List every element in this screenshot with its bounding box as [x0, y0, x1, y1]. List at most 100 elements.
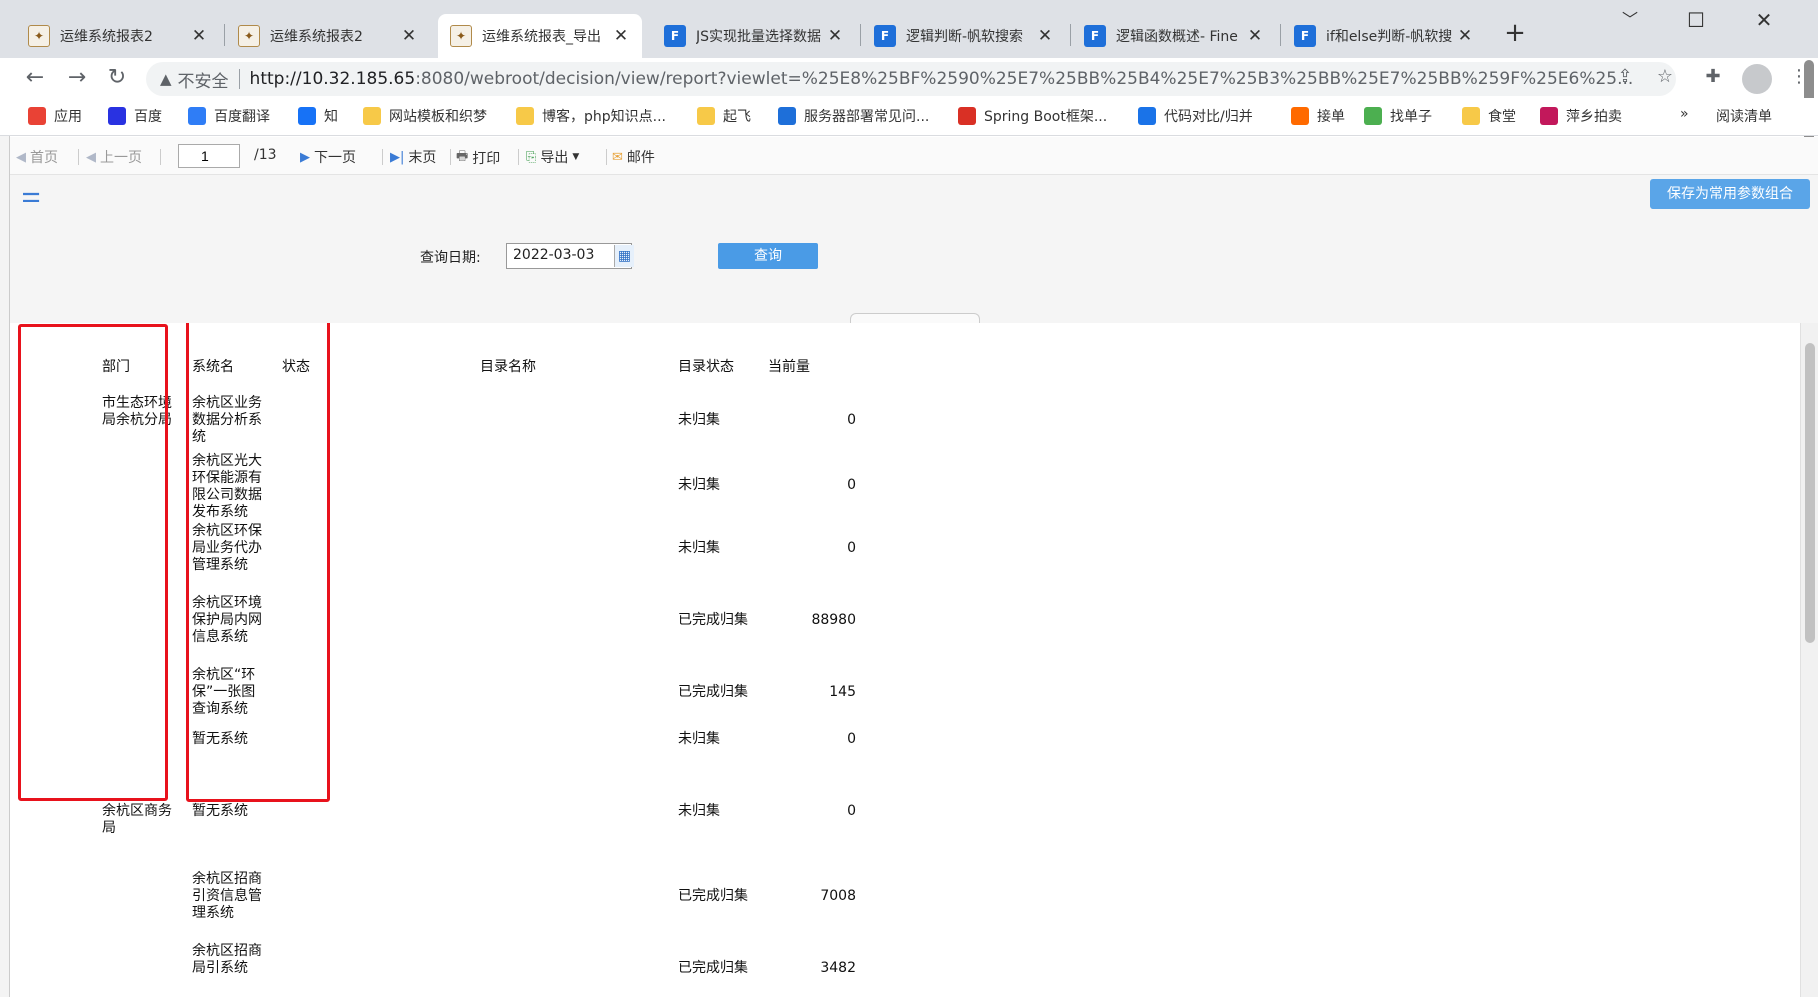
bookmark-item[interactable]: 找单子 — [1364, 106, 1432, 126]
bookmark-label: 博客，php知识点... — [542, 109, 666, 125]
tab-title: 运维系统报表_导出 — [482, 29, 601, 45]
prev-page-icon: ◀ — [86, 149, 96, 165]
print-button[interactable]: 🖶 打印 — [456, 147, 500, 169]
bookmark-item[interactable]: 代码对比/归并 — [1138, 106, 1253, 126]
toolbar-divider — [606, 149, 607, 165]
export-icon: ⎘ — [526, 149, 537, 165]
bookmark-icon — [188, 107, 206, 125]
tab[interactable]: ✦ 运维系统报表2 ✕ — [16, 14, 220, 58]
tab[interactable]: ✦ 运维系统报表_导出 ✕ — [438, 14, 642, 58]
bookmark-item[interactable]: 百度 — [108, 106, 162, 126]
forward-icon[interactable]: → — [62, 64, 92, 94]
catalog-status-cell: 已完成归集 — [678, 888, 748, 904]
back-icon[interactable]: ← — [20, 64, 50, 94]
close-icon[interactable]: ✕ — [612, 26, 630, 46]
close-icon[interactable]: ✕ — [1456, 26, 1474, 46]
last-page-button[interactable]: ▶| 末页 — [390, 147, 436, 167]
bookmark-item[interactable]: 食堂 — [1462, 106, 1516, 126]
bookmark-item[interactable]: 接单 — [1291, 106, 1345, 126]
system-name-cell: 余杭区招商局引系统 — [192, 943, 262, 976]
bookmark-item[interactable]: 服务器部署常见问... — [778, 106, 929, 126]
close-icon[interactable]: ✕ — [400, 26, 418, 46]
bookmark-icon — [1138, 107, 1156, 125]
tab[interactable]: F 逻辑判断-帆软搜索 ✕ — [862, 14, 1066, 58]
tab-title: JS实现批量选择数据 — [696, 29, 822, 45]
url-path: :8080/webroot/decision/view/report?viewl… — [415, 69, 1634, 89]
address-bar: ← → ↻ ▲ 不安全 http://10.32.185.65 :8080/we… — [0, 58, 1818, 98]
catalog-status-cell: 未归集 — [678, 412, 720, 428]
bookmark-item[interactable]: 萍乡拍卖 — [1540, 106, 1622, 126]
query-button[interactable]: 查询 — [718, 243, 818, 269]
column-header-catalog-status: 目录状态 — [678, 359, 734, 375]
close-window-button[interactable]: ✕ — [1744, 4, 1784, 36]
omnibox-divider — [238, 69, 240, 89]
bookmark-label: 接单 — [1317, 109, 1345, 125]
current-amount-cell: 0 — [847, 477, 856, 493]
tab-title: 运维系统报表2 — [270, 29, 363, 45]
reload-icon[interactable]: ↻ — [102, 64, 132, 94]
collapse-panel-handle[interactable] — [850, 313, 980, 323]
reading-list[interactable]: 阅读清单 — [1716, 106, 1772, 126]
tab-divider — [224, 24, 225, 46]
parameter-panel: ⚌ 保存为常用参数组合 查询日期: 2022-03-03 ▦ 查询 — [10, 175, 1818, 323]
tab[interactable]: Fif和else判断-帆软搜 ✕ — [1282, 14, 1486, 58]
bookmark-icon — [298, 107, 316, 125]
bookmark-icon — [958, 107, 976, 125]
save-params-button[interactable]: 保存为常用参数组合 — [1650, 179, 1810, 209]
bookmark-icon — [1364, 107, 1382, 125]
close-icon[interactable]: ✕ — [1036, 26, 1054, 46]
tab[interactable]: F JS实现批量选择数据 ✕ — [652, 14, 856, 58]
bookmark-star-icon[interactable]: ☆ — [1652, 66, 1678, 92]
prev-page-button[interactable]: ◀ 上一页 — [86, 147, 142, 167]
report-toolbar: ◀首页 ◀上一页 /13 ▶下一页 ▶|末页 🖶打印 ⎘导出▼ ✉邮件 — [10, 137, 1818, 175]
maximize-button[interactable]: ☐ — [1676, 4, 1716, 36]
bookmark-item[interactable]: 起飞 — [697, 106, 751, 126]
toolbar-divider — [382, 149, 383, 165]
email-button[interactable]: ✉ 邮件 — [612, 147, 655, 167]
report-scrollbar[interactable] — [1800, 323, 1818, 997]
catalog-status-cell: 未归集 — [678, 731, 720, 747]
close-icon[interactable]: ✕ — [190, 26, 208, 46]
bookmark-item[interactable]: Spring Boot框架... — [958, 106, 1107, 126]
report-scroll-thumb[interactable] — [1805, 343, 1815, 643]
first-page-label: 首页 — [30, 150, 58, 166]
tab-divider — [1070, 24, 1071, 46]
fine-icon: F — [1294, 25, 1316, 47]
first-page-button[interactable]: ◀ 首页 — [16, 147, 58, 167]
bookmark-label: 起飞 — [723, 109, 751, 125]
bookmark-item[interactable]: 应用 — [28, 106, 82, 126]
extensions-icon[interactable]: ✚ — [1700, 66, 1726, 92]
system-name-cell: 暂无系统 — [192, 803, 248, 819]
bookmark-label: 百度 — [134, 109, 162, 125]
bookmark-label: 网站模板和织梦 — [389, 109, 487, 125]
highlight-system-status-columns — [186, 323, 330, 802]
bookmark-label: Spring Boot框架... — [984, 109, 1108, 125]
new-tab-button[interactable]: + — [1500, 18, 1530, 48]
next-page-button[interactable]: ▶ 下一页 — [300, 147, 356, 167]
more-bookmarks-icon[interactable]: » — [1680, 106, 1689, 122]
export-button[interactable]: ⎘ 导出 ▼ — [526, 147, 579, 167]
bookmark-item[interactable]: 百度翻译 — [188, 106, 270, 126]
catalog-status-cell: 未归集 — [678, 803, 720, 819]
bookmark-item[interactable]: 知 — [298, 106, 338, 126]
bookmark-label: 萍乡拍卖 — [1566, 109, 1622, 125]
bookmark-item[interactable]: 博客，php知识点... — [516, 106, 666, 126]
tab[interactable]: ✦ 运维系统报表2 ✕ — [226, 14, 430, 58]
avatar[interactable] — [1742, 64, 1772, 94]
tab[interactable]: F 逻辑函数概述- Fine ✕ — [1072, 14, 1276, 58]
fine-icon: F — [1084, 25, 1106, 47]
background-window-edge — [0, 58, 10, 997]
bookmark-icon — [697, 107, 715, 125]
close-icon[interactable]: ✕ — [826, 26, 844, 46]
page-number-input[interactable] — [178, 144, 240, 168]
close-icon[interactable]: ✕ — [1246, 26, 1264, 46]
tab-title: 逻辑函数概述- Fine — [1116, 29, 1238, 45]
current-amount-cell: 0 — [847, 803, 856, 819]
bookmark-item[interactable]: 网站模板和织梦 — [363, 106, 487, 126]
sliders-icon[interactable]: ⚌ — [16, 181, 46, 211]
share-icon[interactable]: ⇪ — [1612, 66, 1638, 92]
calendar-icon[interactable]: ▦ — [614, 245, 634, 267]
url-field[interactable]: ▲ 不安全 http://10.32.185.65 :8080/webroot/… — [146, 62, 1676, 96]
minimize-button[interactable]: ﹀ — [1610, 4, 1650, 36]
column-header-catalog: 目录名称 — [480, 359, 536, 375]
